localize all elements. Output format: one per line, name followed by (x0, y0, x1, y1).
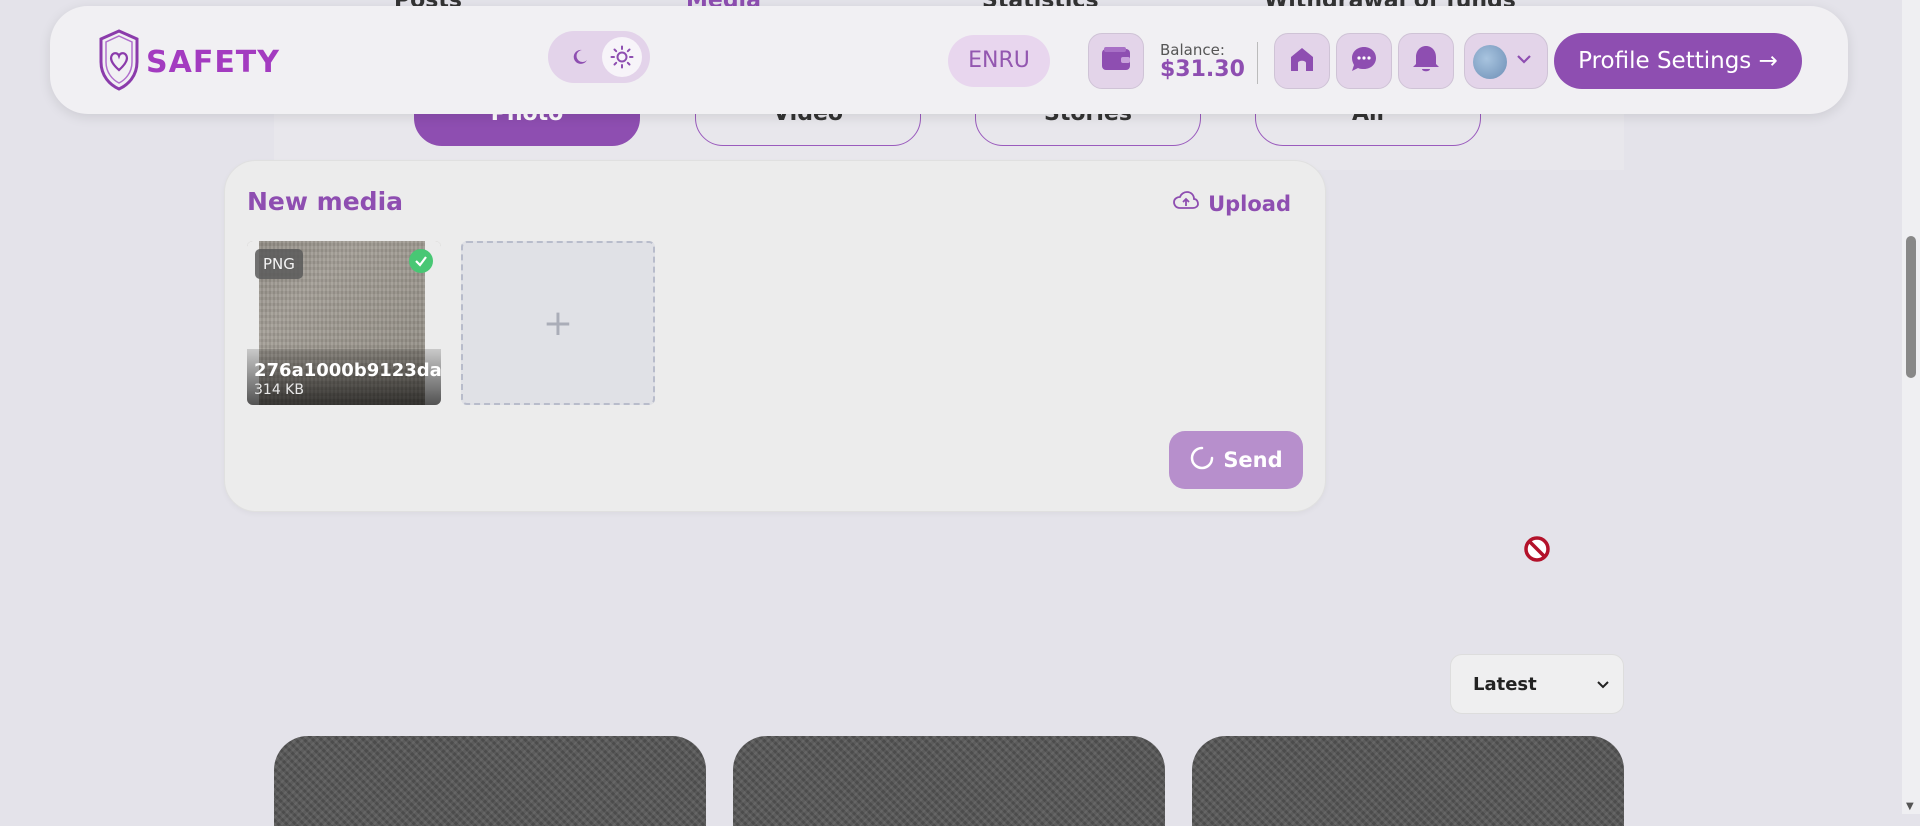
file-type-badge: PNG (255, 249, 303, 279)
theme-toggle[interactable] (548, 31, 650, 83)
cloud-upload-icon (1173, 191, 1208, 216)
upload-label: Upload (1208, 191, 1291, 216)
notifications-button[interactable] (1398, 33, 1454, 89)
chat-icon (1349, 44, 1379, 78)
bell-icon (1411, 43, 1441, 79)
add-media-tile[interactable]: + (461, 241, 655, 405)
media-card[interactable] (274, 736, 706, 826)
page-scrollbar[interactable]: ▼ (1902, 0, 1920, 814)
balance-value: $31.30 (1160, 57, 1245, 82)
messages-button[interactable] (1336, 33, 1392, 89)
spinner-icon (1189, 445, 1223, 476)
upload-button[interactable]: Upload (1173, 191, 1291, 216)
uploaded-file-preview[interactable]: PNG 276a1000b9123da1... 314 KB (247, 241, 441, 405)
chevron-down-icon (1515, 50, 1533, 72)
profile-settings-button[interactable]: Profile Settings → (1554, 33, 1802, 89)
media-card[interactable] (733, 736, 1165, 826)
scrollbar-thumb[interactable] (1906, 236, 1916, 378)
language-switch[interactable]: ENRU (948, 35, 1050, 87)
avatar (1473, 45, 1507, 79)
balance-label: Balance: (1160, 41, 1225, 59)
balance: Balance: $31.30 (1160, 42, 1245, 82)
logo-text: SAFETY (146, 44, 280, 80)
scroll-down-arrow-icon[interactable]: ▼ (1906, 801, 1914, 812)
header-divider (1257, 42, 1258, 84)
not-allowed-cursor-icon (1523, 535, 1551, 567)
plus-icon: + (542, 302, 574, 344)
logo[interactable]: SAFETY (98, 28, 280, 96)
sort-select[interactable]: Latest (1450, 654, 1624, 714)
top-header: SAFETY ENRU Balance: $31.30 Profile Sett… (50, 6, 1848, 114)
send-label: Send (1223, 448, 1283, 472)
wallet-icon (1101, 46, 1131, 76)
moon-icon[interactable] (560, 37, 600, 77)
file-size: 314 KB (254, 382, 304, 398)
new-media-title: New media (247, 187, 404, 216)
account-menu[interactable] (1464, 33, 1548, 89)
media-card[interactable] (1192, 736, 1624, 826)
media-card-image (274, 736, 706, 826)
new-media-card: New media Upload PNG 276a1000b9123da1...… (224, 160, 1326, 512)
send-button[interactable]: Send (1169, 431, 1303, 489)
check-icon (409, 249, 433, 273)
home-button[interactable] (1274, 33, 1330, 89)
home-icon (1287, 44, 1317, 78)
sort-selected-value: Latest (1473, 673, 1537, 695)
heart-shield-logo-icon (98, 28, 140, 96)
sun-icon[interactable] (602, 37, 642, 77)
media-card-image (733, 736, 1165, 826)
wallet-button[interactable] (1088, 33, 1144, 89)
media-card-image (1192, 736, 1624, 826)
file-name: 276a1000b9123da1... (254, 360, 441, 381)
